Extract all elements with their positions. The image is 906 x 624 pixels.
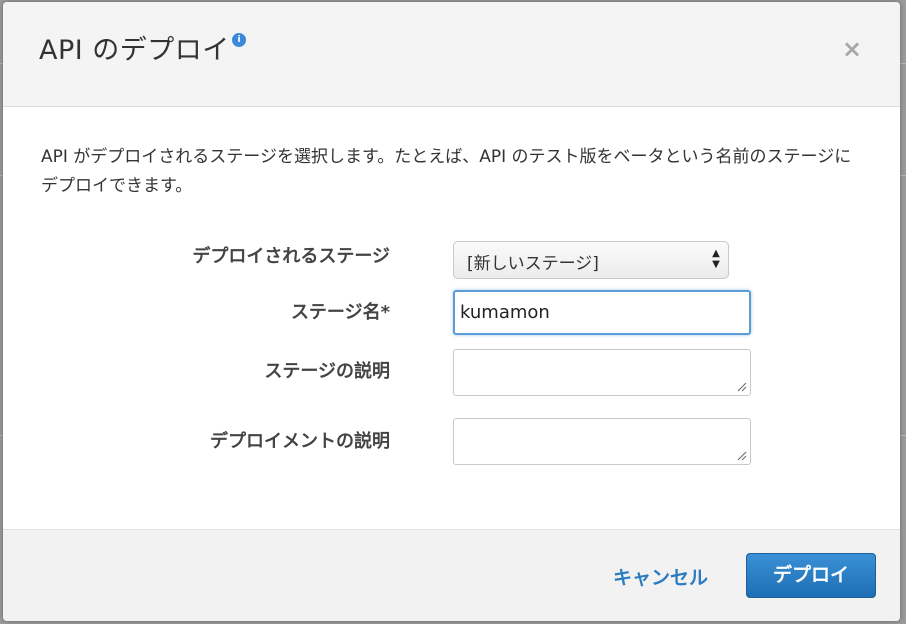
stage-name-input[interactable]: [453, 290, 751, 335]
cancel-button[interactable]: キャンセル: [613, 563, 708, 590]
resize-grip-icon[interactable]: [737, 451, 747, 461]
deployment-description-label: デプロイメントの説明: [210, 431, 390, 452]
deploy-api-dialog: API のデプロイ i × API がデプロイされるステージを選択します。たとえ…: [3, 2, 900, 621]
deploy-stage-select[interactable]: [新しいステージ] ▲ ▼: [453, 241, 729, 279]
stage-name-label: ステージ名*: [290, 302, 390, 323]
deploy-stage-label: デプロイされるステージ: [192, 246, 390, 267]
deploy-stage-selected-value: [新しいステージ]: [467, 254, 599, 274]
stage-description-textarea[interactable]: [453, 349, 751, 396]
close-icon[interactable]: ×: [842, 37, 862, 61]
stage-description-label: ステージの説明: [264, 361, 390, 382]
deployment-description-textarea[interactable]: [453, 418, 751, 465]
dialog-title: API のデプロイ: [39, 35, 230, 66]
dialog-body: API がデプロイされるステージを選択します。たとえば、API のテスト版をベー…: [3, 107, 900, 531]
dialog-footer: キャンセル デプロイ: [3, 529, 900, 621]
dialog-description: API がデプロイされるステージを選択します。たとえば、API のテスト版をベー…: [41, 147, 852, 196]
select-arrows-icon: ▲ ▼: [712, 248, 720, 270]
resize-grip-icon[interactable]: [737, 382, 747, 392]
info-icon[interactable]: i: [232, 33, 246, 47]
dialog-header: API のデプロイ i ×: [3, 2, 900, 107]
deploy-button[interactable]: デプロイ: [746, 553, 876, 598]
